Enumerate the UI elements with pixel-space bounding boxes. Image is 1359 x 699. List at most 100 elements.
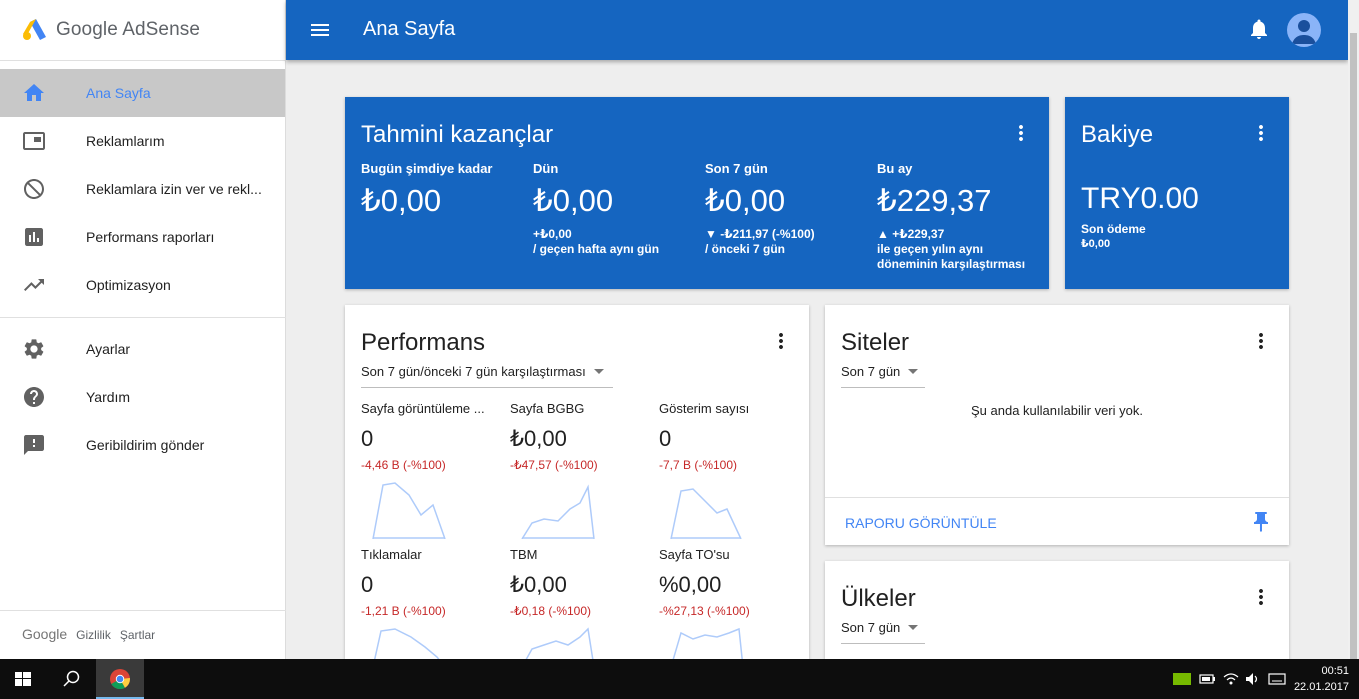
trending-up-icon	[24, 279, 44, 291]
earnings-month-label: Bu ay	[877, 161, 913, 176]
pin-icon[interactable]	[1249, 510, 1273, 534]
feedback-icon	[24, 435, 44, 455]
metric-label: Gösterim sayısı	[659, 401, 750, 416]
earnings-last7-value: ₺0,00	[705, 183, 786, 218]
metric-impressions[interactable]: Gösterim sayısı 0 -7,7 B (-%100)	[659, 401, 799, 472]
earnings-today-label: Bugün şimdiye kadar	[361, 161, 493, 176]
metric-label: Tıklamalar	[361, 547, 422, 562]
nvidia-tray-icon[interactable]	[1172, 671, 1192, 687]
metric-label: Sayfa görüntüleme ...	[361, 401, 485, 416]
sidebar-item-label: Reklamlara izin ver ve rekl...	[86, 181, 262, 197]
search-icon[interactable]	[48, 659, 94, 699]
sites-period-dropdown[interactable]: Son 7 gün	[841, 364, 925, 388]
earnings-today: Bugün şimdiye kadar ₺0,00	[361, 161, 531, 219]
taskbar-clock[interactable]: 00:51 22.01.2017	[1294, 663, 1349, 695]
view-report-button[interactable]: RAPORU GÖRÜNTÜLE	[845, 515, 997, 531]
metric-value: 0	[361, 572, 374, 597]
sidebar-item-settings[interactable]: Ayarlar	[0, 325, 285, 373]
footer-google-logo[interactable]: Google	[22, 626, 67, 642]
page-scrollbar[interactable]	[1348, 0, 1359, 659]
sidebar-item-my-ads[interactable]: Reklamlarım	[0, 117, 285, 165]
metric-cpc[interactable]: TBM ₺0,00 -₺0,18 (-%100)	[510, 547, 650, 618]
notification-bell-icon[interactable]	[1247, 17, 1271, 41]
countries-card: Ülkeler Son 7 gün	[825, 561, 1289, 659]
sidebar-item-feedback[interactable]: Geribildirim gönder	[0, 421, 285, 469]
more-vert-icon[interactable]	[769, 329, 793, 353]
metric-page-views[interactable]: Sayfa görüntüleme ... 0 -4,46 B (-%100)	[361, 401, 501, 472]
metric-label: Sayfa BGBG	[510, 401, 585, 416]
more-vert-icon[interactable]	[1249, 585, 1273, 609]
keyboard-icon[interactable]	[1268, 671, 1286, 687]
person-icon	[1292, 20, 1316, 44]
logo-divider	[0, 60, 286, 61]
sites-card-divider	[825, 497, 1289, 498]
wifi-icon[interactable]	[1222, 671, 1240, 687]
privacy-link[interactable]: Gizlilik	[76, 628, 111, 642]
sidebar-footer: Google Gizlilik Şartlar	[22, 626, 155, 642]
more-vert-icon[interactable]	[1249, 121, 1273, 145]
volume-icon[interactable]	[1244, 671, 1262, 687]
sidebar-item-label: Ana Sayfa	[86, 85, 151, 101]
earnings-title: Tahmini kazançlar	[361, 121, 554, 148]
metric-clicks[interactable]: Tıklamalar 0 -1,21 B (-%100)	[361, 547, 501, 618]
last-payment-label: Son ödeme	[1081, 222, 1146, 236]
metric-delta: -7,7 B (-%100)	[659, 458, 738, 472]
clock-time: 00:51	[1321, 665, 1349, 677]
sites-empty-message: Şu anda kullanılabilir veri yok.	[971, 403, 1143, 418]
earnings-month-value: ₺229,37	[877, 183, 992, 218]
more-vert-icon[interactable]	[1249, 329, 1273, 353]
earnings-yesterday-value: ₺0,00	[533, 183, 614, 218]
earnings-yesterday-label: Dün	[533, 161, 559, 176]
countries-period-dropdown[interactable]: Son 7 gün	[841, 620, 925, 644]
cpc-sparkline	[525, 627, 594, 659]
metric-delta: -1,21 B (-%100)	[361, 604, 446, 618]
metric-delta: -%27,13 (-%100)	[659, 604, 750, 618]
chevron-down-icon	[593, 369, 604, 374]
scrollbar-thumb[interactable]	[1350, 33, 1357, 659]
clicks-sparkline	[374, 628, 440, 659]
sidebar-item-help[interactable]: Yardım	[0, 373, 285, 421]
gear-icon	[24, 339, 44, 359]
sites-period-value: Son 7 gün	[841, 364, 901, 379]
windows-start-icon[interactable]	[0, 659, 46, 699]
balance-value: TRY0.00	[1081, 182, 1199, 215]
sidebar-item-home[interactable]: Ana Sayfa	[0, 69, 285, 117]
menu-icon[interactable]	[308, 18, 332, 42]
battery-icon[interactable]	[1198, 671, 1216, 687]
adsense-logo-icon	[23, 19, 46, 40]
ad-unit-icon	[23, 132, 45, 150]
top-app-bar: Ana Sayfa	[286, 0, 1348, 60]
sidebar-item-allow-block-ads[interactable]: Reklamlara izin ver ve rekl...	[0, 165, 285, 213]
clock-date: 22.01.2017	[1293, 681, 1349, 693]
sites-card: Siteler Son 7 gün Şu anda kullanılabilir…	[825, 305, 1289, 545]
earnings-yesterday-delta: +₺0,00	[533, 227, 572, 241]
earnings-last7-note: / önceki 7 gün	[705, 242, 786, 256]
chevron-down-icon	[908, 625, 919, 630]
last-payment-value: ₺0,00	[1081, 238, 1111, 250]
sidebar: Google AdSense Ana Sayfa Reklamlarım Rek…	[0, 0, 286, 659]
metric-page-rpm[interactable]: Sayfa BGBG ₺0,00 -₺47,57 (-%100)	[510, 401, 650, 472]
chrome-taskbar-button[interactable]	[96, 659, 144, 699]
impressions-sparkline	[670, 488, 742, 539]
help-icon	[24, 387, 44, 407]
metric-value: 0	[659, 426, 672, 451]
terms-link[interactable]: Şartlar	[120, 628, 155, 642]
metric-delta: -₺0,18 (-%100)	[510, 604, 591, 618]
chrome-icon	[110, 669, 130, 690]
sidebar-item-performance-reports[interactable]: Performans raporları	[0, 213, 285, 261]
more-vert-icon[interactable]	[1009, 121, 1033, 145]
metric-value: 0	[361, 426, 374, 451]
earnings-last7-label: Son 7 gün	[705, 161, 768, 176]
sidebar-item-optimization[interactable]: Optimizasyon	[0, 261, 285, 309]
account-avatar[interactable]	[1287, 13, 1321, 47]
balance-card: Bakiye TRY0.00 Son ödeme ₺0,00	[1065, 97, 1289, 289]
sidebar-item-label: Geribildirim gönder	[86, 437, 205, 453]
home-icon	[24, 84, 44, 101]
sites-title: Siteler	[841, 329, 910, 356]
performance-card: Performans Son 7 gün/önceki 7 gün karşıl…	[345, 305, 809, 659]
performance-period-dropdown[interactable]: Son 7 gün/önceki 7 gün karşılaştırması	[361, 364, 613, 388]
metric-delta: -₺47,57 (-%100)	[510, 458, 598, 472]
page-title: Ana Sayfa	[363, 18, 456, 40]
metric-page-ctr[interactable]: Sayfa TO'su %0,00 -%27,13 (-%100)	[659, 547, 799, 618]
adsense-logo[interactable]: Google AdSense	[22, 16, 200, 44]
